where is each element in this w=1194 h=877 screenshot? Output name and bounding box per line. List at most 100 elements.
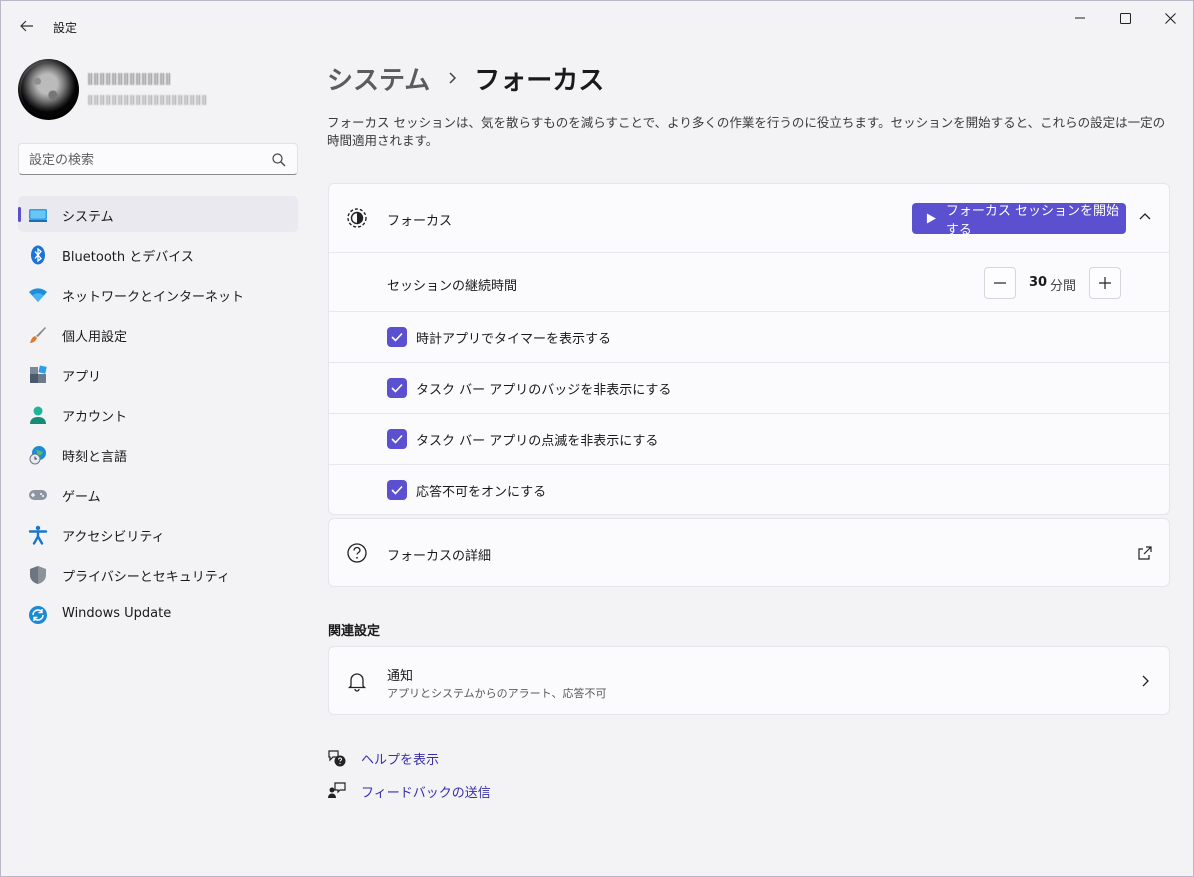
get-help-link[interactable]: ヘルプを表示 <box>327 746 527 779</box>
help-chat-icon <box>328 750 346 767</box>
shield-icon <box>30 566 46 584</box>
chevron-right-icon <box>449 72 457 84</box>
breadcrumb-parent[interactable]: システム <box>327 60 430 97</box>
plus-icon <box>1099 277 1111 289</box>
send-feedback-link[interactable]: フィードバックの送信 <box>327 779 527 812</box>
sidebar-item-personalization[interactable]: 個人用設定 <box>18 316 298 352</box>
help-links: ヘルプを表示 フィードバックの送信 <box>327 746 527 812</box>
chevron-up-icon[interactable] <box>1137 209 1153 225</box>
session-duration-row: セッションの継続時間 30 分間 <box>329 252 1169 311</box>
sidebar-item-gaming[interactable]: ゲーム <box>18 476 298 512</box>
sidebar-item-label: システム <box>62 210 114 225</box>
sidebar-item-accessibility[interactable]: アクセシビリティ <box>18 516 298 552</box>
sidebar-item-bluetooth[interactable]: Bluetooth とデバイス <box>18 236 298 272</box>
sidebar-item-time-language[interactable]: 時刻と言語 <box>18 436 298 472</box>
search-icon[interactable] <box>271 152 287 168</box>
option-row-hide-flashing: タスク バー アプリの点滅を非表示にする <box>329 413 1169 464</box>
minimize-icon <box>1075 17 1085 19</box>
checkbox-clock-timer[interactable] <box>387 327 407 347</box>
get-help-label: ヘルプを表示 <box>361 753 440 768</box>
increase-duration-button[interactable] <box>1089 267 1121 299</box>
related-settings-title: 関連設定 <box>328 624 381 639</box>
open-external-icon[interactable] <box>1137 545 1153 561</box>
avatar <box>18 59 79 120</box>
gamepad-icon <box>29 490 47 500</box>
page-title: フォーカス <box>474 65 605 96</box>
time-language-icon <box>29 446 46 465</box>
play-icon <box>926 213 936 224</box>
minus-icon <box>994 282 1006 284</box>
session-duration-label: セッションの継続時間 <box>387 279 518 294</box>
sidebar-item-label: 個人用設定 <box>62 330 128 345</box>
sidebar-item-label: アカウント <box>62 410 128 425</box>
checkmark-icon <box>391 434 403 444</box>
start-focus-session-label: フォーカス セッションを開始する <box>945 203 1119 238</box>
accessibility-icon <box>28 525 48 545</box>
user-profile[interactable] <box>18 59 298 121</box>
app-title: 設定 <box>53 21 78 35</box>
notifications-card[interactable]: 通知 アプリとシステムからのアラート、応答不可 <box>328 646 1170 715</box>
option-row-hide-badges: タスク バー アプリのバッジを非表示にする <box>329 362 1169 413</box>
apps-icon <box>30 365 47 383</box>
update-icon <box>29 606 47 624</box>
feedback-icon <box>328 782 346 798</box>
focus-label: フォーカス <box>387 214 453 229</box>
title-bar: 設定 <box>1 1 1193 49</box>
sidebar-item-label: アクセシビリティ <box>62 530 165 545</box>
back-button[interactable] <box>13 13 41 39</box>
option-label: 時計アプリでタイマーを表示する <box>416 332 612 347</box>
sidebar-item-system[interactable]: システム <box>18 196 298 232</box>
page-description: フォーカス セッションは、気を散らすものを減らすことで、より多くの作業を行うのに… <box>327 115 1166 148</box>
checkbox-hide-flashing[interactable] <box>387 429 407 449</box>
checkmark-icon <box>391 383 403 393</box>
option-label: タスク バー アプリの点滅を非表示にする <box>416 434 659 449</box>
sidebar-item-windows-update[interactable]: Windows Update <box>18 596 298 632</box>
maximize-button[interactable] <box>1102 1 1148 35</box>
account-icon <box>30 406 46 424</box>
notifications-label: 通知 <box>387 669 414 684</box>
arrow-left-icon <box>20 20 33 32</box>
sidebar-item-label: ゲーム <box>62 490 101 505</box>
focus-header-row[interactable]: フォーカス フォーカス セッションを開始する <box>329 184 1169 252</box>
paintbrush-icon <box>30 327 46 343</box>
sidebar-item-accounts[interactable]: アカウント <box>18 396 298 432</box>
duration-value: 30 <box>1029 275 1048 290</box>
sidebar-item-privacy[interactable]: プライバシーとセキュリティ <box>18 556 298 592</box>
option-row-clock-timer: 時計アプリでタイマーを表示する <box>329 311 1169 362</box>
minimize-button[interactable] <box>1057 1 1103 35</box>
help-circle-icon <box>347 543 367 563</box>
sidebar-item-label: 時刻と言語 <box>62 450 128 465</box>
breadcrumb: システム フォーカス <box>327 59 604 97</box>
focus-details-card[interactable]: フォーカスの詳細 <box>328 518 1170 587</box>
redacted-user-name <box>88 73 170 85</box>
option-label: タスク バー アプリのバッジを非表示にする <box>416 383 672 398</box>
redacted-user-email <box>88 95 206 105</box>
send-feedback-label: フィードバックの送信 <box>361 786 491 801</box>
settings-search[interactable] <box>18 143 298 175</box>
close-icon <box>1164 12 1176 24</box>
sidebar-item-label: アプリ <box>62 370 102 385</box>
sidebar-item-label: Windows Update <box>62 606 172 621</box>
start-focus-session-button[interactable]: フォーカス セッションを開始する <box>912 203 1126 238</box>
sidebar-item-network[interactable]: ネットワークとインターネット <box>18 276 298 312</box>
checkbox-do-not-disturb[interactable] <box>387 480 407 500</box>
maximize-icon <box>1119 12 1131 24</box>
sidebar-item-apps[interactable]: アプリ <box>18 356 298 392</box>
option-row-do-not-disturb: 応答不可をオンにする <box>329 464 1169 515</box>
focus-settings-card: フォーカス フォーカス セッションを開始する セッションの継続時間 30 分間 … <box>328 183 1170 515</box>
close-button[interactable] <box>1147 1 1193 35</box>
sidebar-item-label: ネットワークとインターネット <box>62 290 245 305</box>
focus-details-label: フォーカスの詳細 <box>387 549 492 564</box>
bluetooth-icon <box>31 245 45 265</box>
checkmark-icon <box>391 332 403 342</box>
notifications-description: アプリとシステムからのアラート、応答不可 <box>387 687 607 700</box>
chevron-right-icon <box>1142 675 1149 687</box>
focus-icon <box>347 208 367 228</box>
checkmark-icon <box>391 485 403 495</box>
system-icon <box>29 209 47 222</box>
wifi-icon <box>29 288 47 302</box>
search-input[interactable] <box>29 150 259 170</box>
decrease-duration-button[interactable] <box>984 267 1016 299</box>
sidebar-nav: システム Bluetooth とデバイス ネットワークとインターネット 個人用設… <box>18 196 298 636</box>
checkbox-hide-badges[interactable] <box>387 378 407 398</box>
